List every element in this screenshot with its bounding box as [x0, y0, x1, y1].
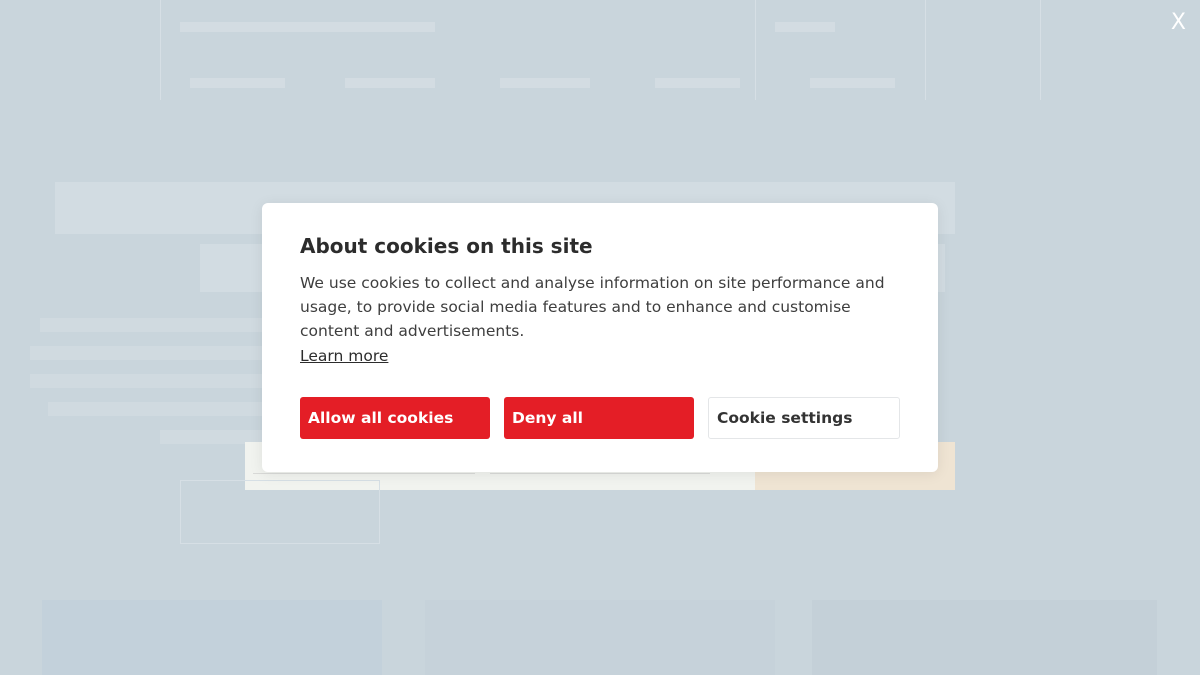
hero-paragraph-line	[30, 374, 262, 388]
modal-body-text: We use cookies to collect and analyse in…	[300, 274, 885, 340]
allow-all-cookies-button[interactable]: Allow all cookies	[300, 397, 490, 439]
learn-more-link[interactable]: Learn more	[300, 347, 388, 365]
modal-title: About cookies on this site	[300, 234, 593, 258]
top-link	[775, 22, 835, 32]
nav-item	[655, 78, 740, 88]
divider	[160, 0, 161, 100]
close-icon[interactable]: X	[1171, 10, 1186, 35]
hero-secondary-button	[180, 480, 380, 544]
nav-item	[345, 78, 435, 88]
deny-all-button[interactable]: Deny all	[504, 397, 694, 439]
top-link	[180, 22, 435, 32]
divider	[1040, 0, 1041, 100]
divider	[925, 0, 926, 100]
site-header	[0, 0, 1200, 105]
nav-item	[810, 78, 895, 88]
gallery-image	[42, 600, 382, 675]
divider	[755, 0, 756, 100]
hero-paragraph-line	[48, 402, 262, 416]
gallery-image	[425, 600, 775, 675]
hero-paragraph-line	[40, 318, 262, 332]
nav-item	[190, 78, 285, 88]
nav-item	[500, 78, 590, 88]
logo	[30, 28, 52, 88]
hero-paragraph-line	[30, 346, 262, 360]
cookie-consent-modal: About cookies on this site We use cookie…	[262, 203, 938, 472]
form-field-line	[490, 473, 710, 474]
gallery-image	[812, 600, 1157, 675]
form-field-line	[253, 473, 475, 474]
cookie-settings-button[interactable]: Cookie settings	[708, 397, 900, 439]
